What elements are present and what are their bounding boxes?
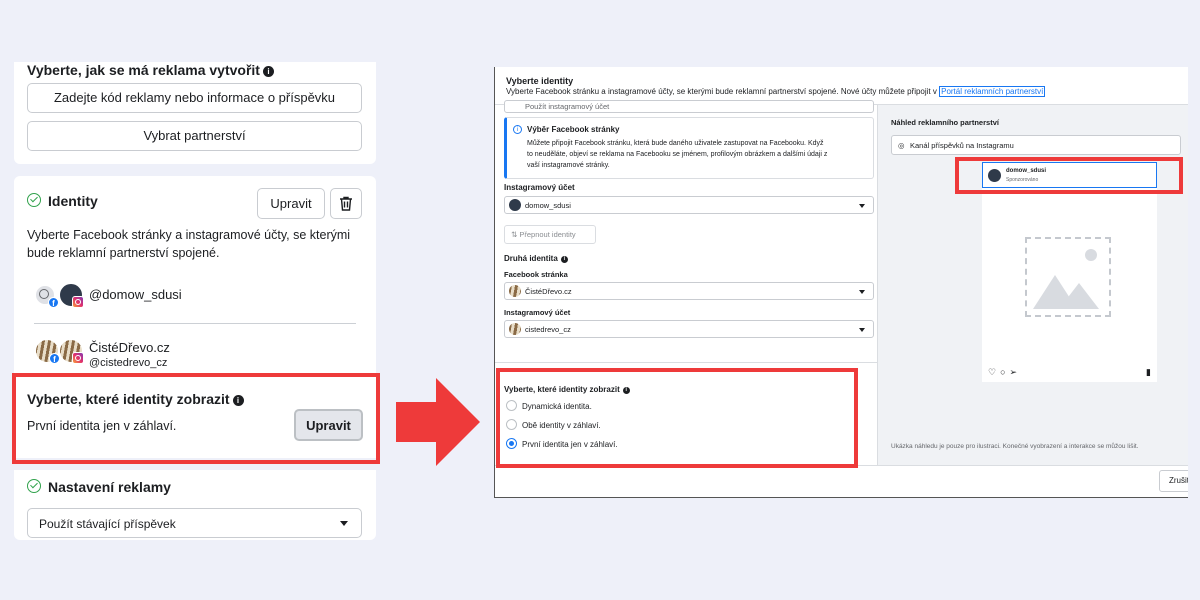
highlight-frame-preview (955, 157, 1183, 194)
switch-identities-button[interactable]: ⇅ Přepnout identity (504, 225, 596, 244)
identity-name-2: ČistéDřevo.cz (89, 340, 170, 355)
arrow-head (436, 378, 480, 466)
identity-divider (34, 323, 356, 324)
delete-identity-button[interactable] (330, 188, 362, 219)
dialog-subtitle: Vyberte Facebook stránku a instagramové … (506, 86, 1046, 97)
fb-page-label: Facebook stránka (504, 270, 568, 279)
post-source-select[interactable]: Použít stávající příspěvek (27, 508, 362, 538)
mountain-shape (1059, 283, 1099, 309)
identity-handle-2: @cistedrevo_cz (89, 357, 168, 369)
caret-down-icon (340, 521, 348, 526)
brand-logo (509, 285, 521, 297)
info-icon[interactable]: i (560, 256, 568, 263)
instagram-icon (72, 296, 84, 308)
identity-avatars-2: f (34, 338, 94, 366)
highlight-frame-left (12, 373, 380, 464)
caret-down-icon (859, 204, 865, 208)
ad-settings-title: Nastavení reklamy (48, 479, 171, 495)
arrow-icon (396, 402, 440, 442)
facebook-icon: f (48, 297, 59, 308)
caret-down-icon (859, 328, 865, 332)
share-icon[interactable]: ➢ (1010, 367, 1022, 377)
preview-disclaimer: Ukázka náhledu je pouze pro ilustraci. K… (891, 443, 1139, 450)
identity-title: Identity (48, 193, 98, 209)
identity-avatars-1: f (34, 282, 94, 310)
check-circle-icon (27, 193, 41, 207)
edit-identity-button[interactable]: Upravit (257, 188, 325, 219)
identity-name-1: @domow_sdusi (89, 287, 182, 302)
info-icon: i (513, 125, 522, 134)
ig-account2-select[interactable]: cistedrevo_cz (504, 320, 874, 338)
heart-icon[interactable]: ♡ (988, 367, 1000, 377)
fb-page-info-box: i Výběr Facebook stránky Můžete připojit… (504, 117, 874, 179)
ig-account-select[interactable]: domow_sdusi (504, 196, 874, 214)
identity-card: Identity Upravit Vyberte Facebook stránk… (14, 176, 376, 540)
fb-page-select[interactable]: ČistéDřevo.cz (504, 282, 874, 300)
trash-icon (340, 196, 352, 211)
placement-select[interactable]: ◎ Kanál příspěvků na Instagramu (891, 135, 1181, 155)
ig-post-preview: domow_sdusi Sponzorováno ♡○➢ ▮ (982, 162, 1157, 382)
ig-account-label: Instagramový účet (504, 183, 575, 192)
second-identity-title: Druhá identita i (504, 254, 568, 263)
preview-title: Náhled reklamního partnerství (891, 118, 999, 127)
ig-account2-label: Instagramový účet (504, 308, 571, 317)
identity-description: Vyberte Facebook stránky a instagramové … (27, 228, 351, 260)
caret-down-icon (859, 290, 865, 294)
use-ig-account-select[interactable]: Použít instagramový účet (504, 100, 874, 113)
bookmark-icon[interactable]: ▮ (1146, 367, 1151, 378)
brand-logo (509, 323, 521, 335)
partner-portal-link[interactable]: Portál reklamních partnerství (939, 86, 1046, 97)
instagram-icon: ◎ (898, 141, 905, 150)
info-icon[interactable]: i (262, 66, 274, 77)
enter-ad-code-button[interactable]: Zadejte kód reklamy nebo informace o pří… (27, 83, 362, 113)
post-actions: ♡○➢ (988, 367, 1021, 378)
create-method-title: Vyberte, jak se má reklama vytvořit i (27, 62, 274, 78)
cancel-button[interactable]: Zrušit (1159, 470, 1188, 492)
sun-shape (1085, 249, 1097, 261)
select-partnership-button[interactable]: Vybrat partnerství (27, 121, 362, 151)
user-icon (39, 289, 49, 299)
image-placeholder-icon (1025, 237, 1111, 317)
section-divider (495, 362, 877, 363)
check-circle-icon (27, 479, 41, 493)
account-avatar (509, 199, 521, 211)
instagram-icon (72, 352, 84, 364)
info-box-title: Výběr Facebook stránky (527, 125, 620, 134)
create-method-card: Vyberte, jak se má reklama vytvořit i Zad… (14, 62, 376, 164)
highlight-frame-options (496, 368, 858, 468)
dialog-title: Vyberte identity (506, 76, 574, 86)
info-box-text: Můžete připojit Facebook stránku, která … (527, 140, 828, 169)
comment-icon[interactable]: ○ (1000, 367, 1009, 377)
post-source-value: Použít stávající příspěvek (39, 517, 176, 531)
